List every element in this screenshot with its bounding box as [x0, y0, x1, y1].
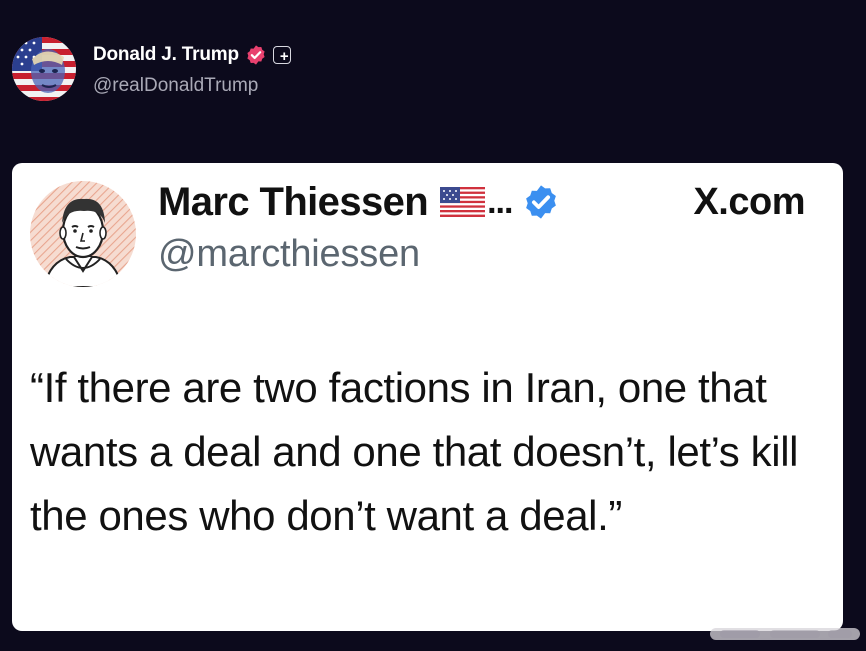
author-avatar[interactable]	[12, 37, 76, 101]
us-flag-icon	[440, 187, 486, 217]
quote-text: “If there are two factions in Iran, one …	[30, 364, 799, 539]
verified-badge-icon	[245, 44, 267, 66]
verified-badge-icon	[522, 183, 560, 221]
embed-author-name[interactable]: Marc Thiessen	[158, 180, 429, 225]
name-ellipsis: ...	[487, 182, 513, 221]
embedded-post-card[interactable]: Marc Thiessen ... X.com @marcthiessen “I…	[12, 163, 843, 631]
author-name[interactable]: Donald J. Trump	[93, 44, 239, 66]
flag-portrait-avatar-icon	[12, 37, 76, 101]
author-handle[interactable]: @realDonaldTrump	[93, 75, 291, 97]
watermark-blur	[710, 625, 860, 643]
embed-author-handle[interactable]: @marcthiessen	[158, 233, 420, 276]
add-button[interactable]: +	[272, 46, 291, 65]
post-header: Donald J. Trump + @realDonaldTrump	[12, 37, 291, 103]
sketch-portrait-icon	[30, 181, 136, 287]
embed-author-avatar[interactable]	[30, 181, 136, 287]
x-com-link[interactable]: X.com	[693, 181, 805, 224]
